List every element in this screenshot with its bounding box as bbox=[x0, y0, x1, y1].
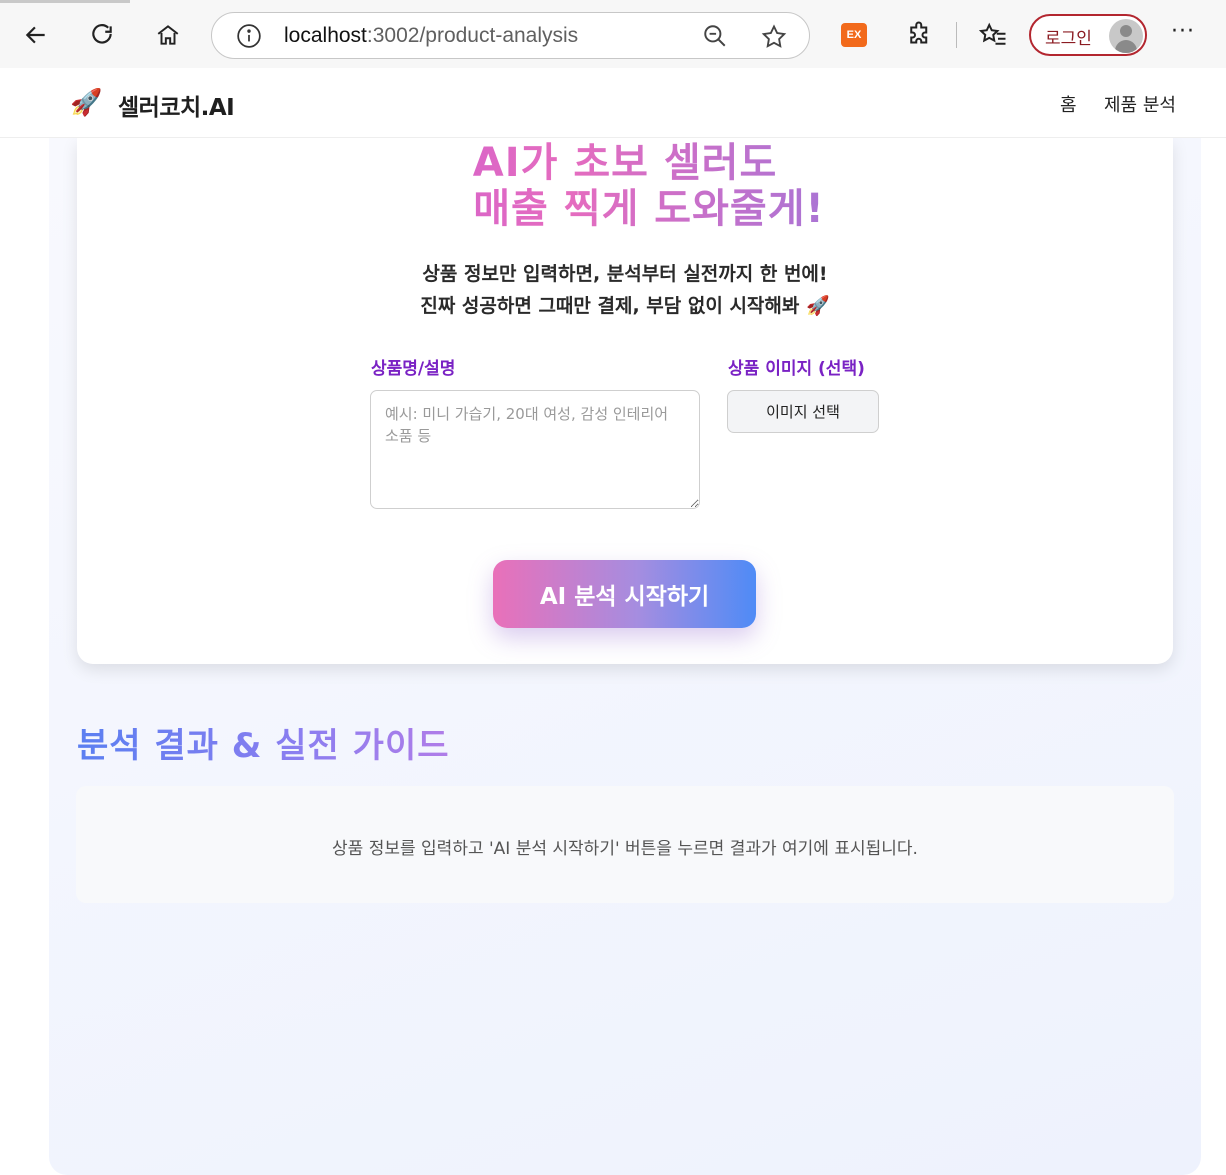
profile-login-button[interactable]: 로그인 bbox=[1029, 14, 1147, 56]
select-image-button[interactable]: 이미지 선택 bbox=[727, 390, 879, 433]
hero-title-line2: 매출 찍게 도와줄게! bbox=[473, 186, 825, 232]
favorite-star-icon[interactable] bbox=[760, 23, 788, 51]
logo[interactable]: 셀러코치.AI bbox=[118, 88, 235, 122]
info-icon[interactable] bbox=[236, 23, 262, 49]
hero-subtitle-line2: 진짜 성공하면 그때만 결제, 부담 없이 시작해봐 🚀 bbox=[420, 295, 830, 317]
home-icon bbox=[157, 25, 179, 45]
more-icon[interactable]: ··· bbox=[1168, 21, 1198, 48]
url-host: localhost bbox=[284, 24, 367, 47]
image-label: 상품 이미지 (선택) bbox=[728, 359, 865, 379]
hero-title: AI가 초보 셀러도 매출 찍게 도와줄게! bbox=[77, 140, 1173, 232]
url-path: :3002/product-analysis bbox=[366, 24, 579, 47]
results-box: 상품 정보를 입력하고 'AI 분석 시작하기' 버튼을 누르면 결과가 여기에… bbox=[76, 786, 1174, 903]
reload-button[interactable] bbox=[81, 14, 123, 56]
login-label: 로그인 bbox=[1045, 29, 1092, 49]
site-header: 🚀 셀러코치.AI 홈 제품 분석 bbox=[0, 68, 1226, 138]
zoom-icon[interactable] bbox=[702, 23, 728, 49]
nav-home[interactable]: 홈 bbox=[1060, 91, 1077, 117]
hero-subtitle: 상품 정보만 입력하면, 분석부터 실전까지 한 번에! 진짜 성공하면 그때만… bbox=[77, 258, 1173, 322]
description-label: 상품명/설명 bbox=[371, 359, 456, 379]
avatar-icon bbox=[1109, 19, 1143, 53]
nav-product-analysis[interactable]: 제품 분석 bbox=[1104, 91, 1176, 117]
extension-icon[interactable]: EX bbox=[841, 23, 867, 47]
results-title: 분석 결과 & 실전 가이드 bbox=[77, 718, 450, 767]
results-placeholder: 상품 정보를 입력하고 'AI 분석 시작하기' 버튼을 누르면 결과가 여기에… bbox=[332, 839, 918, 859]
start-analysis-button[interactable]: AI 분석 시작하기 bbox=[493, 560, 756, 628]
home-button[interactable] bbox=[147, 14, 189, 56]
rocket-icon: 🚀 bbox=[70, 88, 103, 118]
back-icon bbox=[25, 26, 45, 44]
toolbar-divider bbox=[956, 22, 957, 48]
back-button[interactable] bbox=[15, 14, 57, 56]
favorites-icon[interactable] bbox=[977, 20, 1009, 50]
hero-title-line1: AI가 초보 셀러도 bbox=[472, 140, 778, 186]
puzzle-icon[interactable] bbox=[905, 20, 935, 50]
reload-icon bbox=[92, 24, 112, 44]
page: 🚀 셀러코치.AI 홈 제품 분석 AI가 초보 셀러도 매출 찍게 도와줄게!… bbox=[0, 68, 1226, 1175]
address-bar[interactable]: localhost:3002/product-analysis bbox=[211, 12, 810, 59]
hero-subtitle-line1: 상품 정보만 입력하면, 분석부터 실전까지 한 번에! bbox=[422, 263, 828, 285]
active-tab-edge bbox=[0, 0, 130, 3]
url-text[interactable]: localhost:3002/product-analysis bbox=[284, 24, 578, 48]
description-textarea[interactable] bbox=[370, 390, 700, 509]
hero-card: AI가 초보 셀러도 매출 찍게 도와줄게! 상품 정보만 입력하면, 분석부터… bbox=[77, 138, 1173, 664]
browser-toolbar: localhost:3002/product-analysis EX 로그인 ·… bbox=[0, 0, 1226, 68]
